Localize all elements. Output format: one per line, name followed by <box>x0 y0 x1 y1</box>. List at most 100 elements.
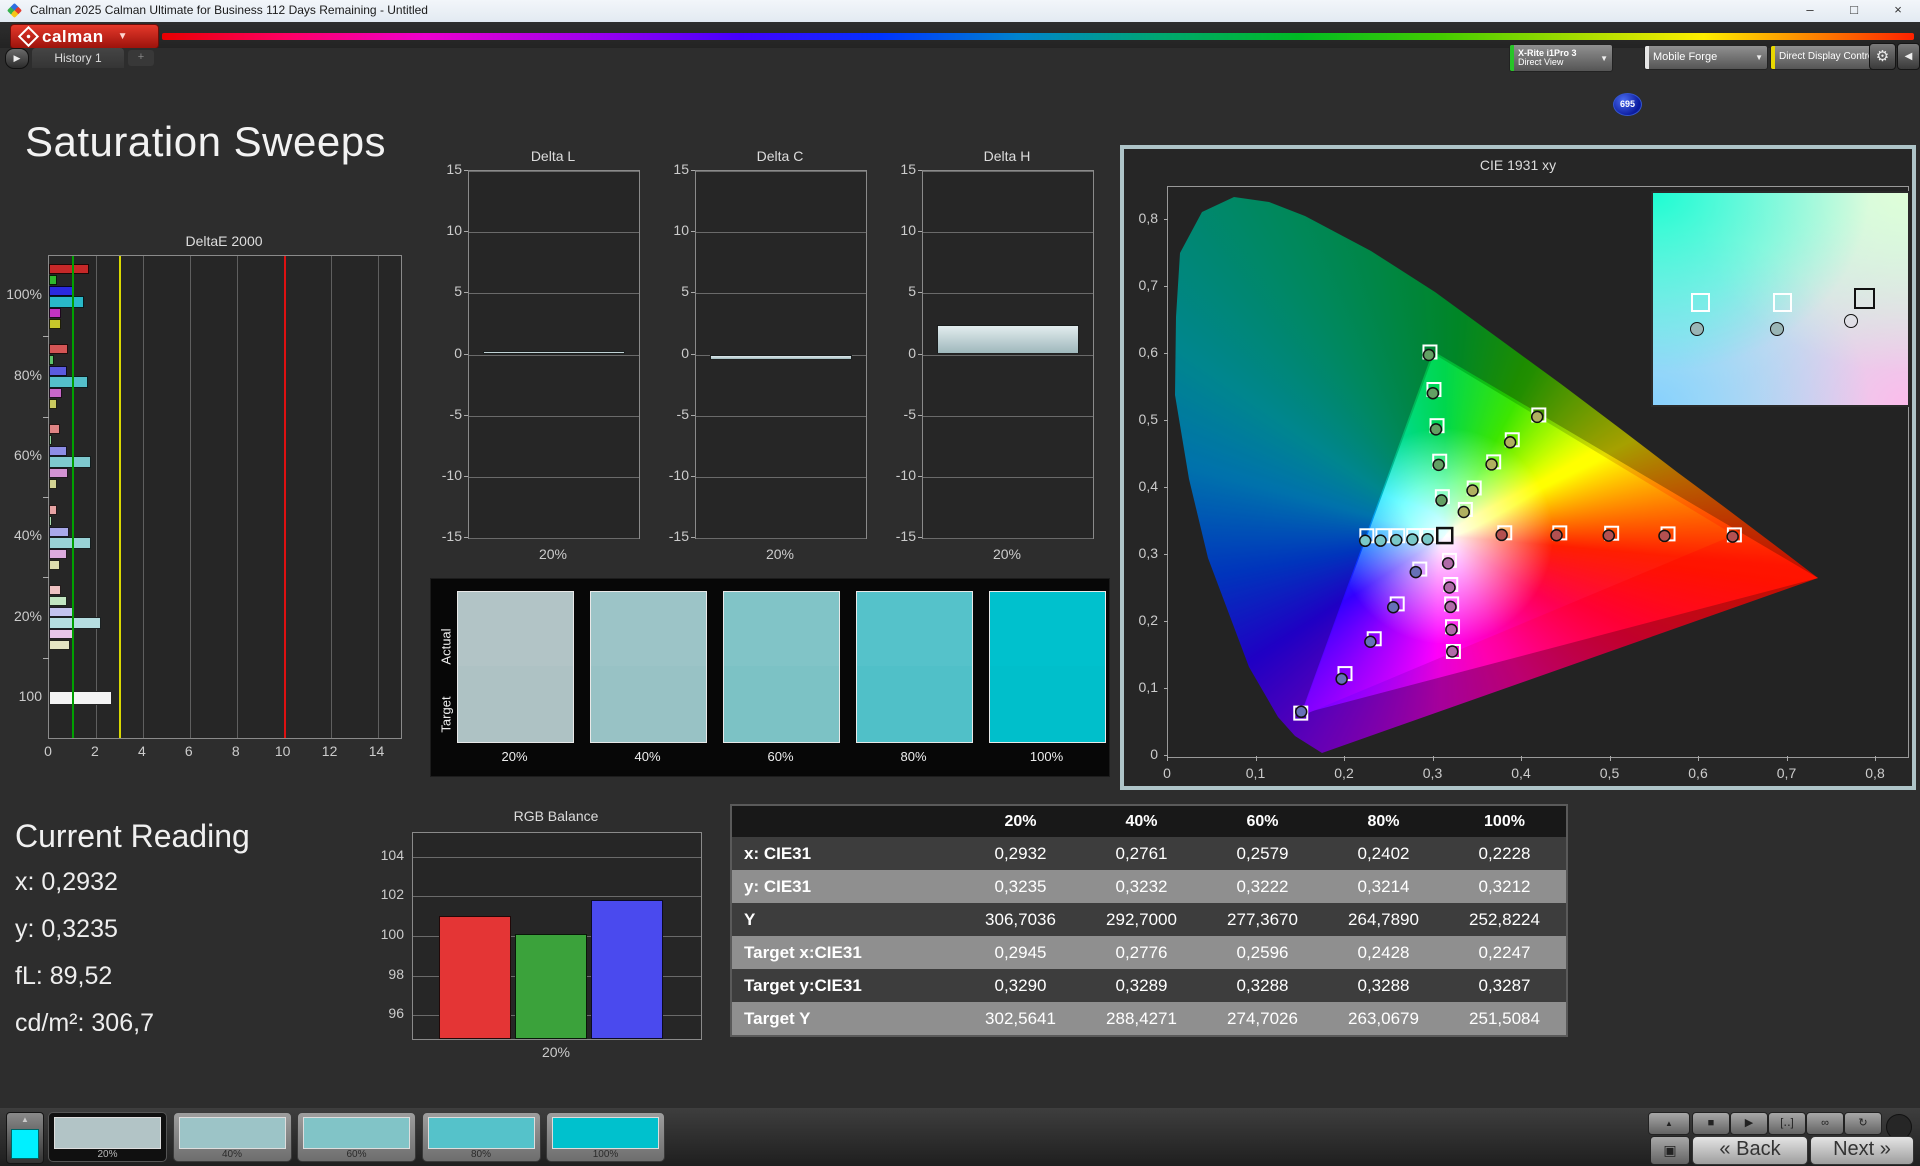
deltae-bar-60%-4 <box>49 468 68 479</box>
y-tick-label: 10 <box>900 222 916 239</box>
gridline <box>696 232 866 234</box>
transport-expand-button[interactable]: ▲ <box>1648 1112 1690 1135</box>
settings-button[interactable]: ⚙ <box>1869 43 1896 70</box>
y-tick-label: 10 <box>446 222 462 239</box>
pattern-preview-button[interactable]: ▲ <box>6 1112 44 1164</box>
refresh-button[interactable]: ↻ <box>1844 1112 1882 1135</box>
deltae-bar-60%-5 <box>49 479 58 490</box>
x-tick-mark <box>1698 756 1699 761</box>
delta_l-bar <box>483 350 625 355</box>
measured-point-red <box>1550 528 1563 542</box>
y-tick-label: 0,7 <box>1138 277 1158 293</box>
gridline <box>696 538 866 539</box>
stop-measure-button[interactable]: ▣ <box>1650 1136 1690 1165</box>
table-cell: 263,0679 <box>1348 1008 1419 1028</box>
pattern-button-100%[interactable]: 100% <box>546 1112 665 1162</box>
measured-point-cyan <box>1421 533 1434 546</box>
calman-menu-button[interactable]: calman ▼ <box>10 24 159 49</box>
target-row-label: Target <box>438 696 454 733</box>
swatch-actual-100% <box>989 591 1106 667</box>
row-label: Target x:CIE31 <box>744 942 862 962</box>
loop-infinite-button[interactable]: ∞ <box>1806 1112 1844 1135</box>
collapse-panel-button[interactable]: ◀ <box>1897 43 1920 70</box>
pattern-button-80%[interactable]: 80% <box>421 1112 541 1162</box>
measured-point-green <box>1422 348 1436 362</box>
gridline <box>923 171 1093 172</box>
x-tick-label: 12 <box>321 743 338 759</box>
y-tick-mark <box>464 292 468 294</box>
play-button[interactable]: ▶ <box>1730 1112 1768 1135</box>
gridline <box>696 293 866 295</box>
meter-dropdown[interactable]: X-Rite i1Pro 3 Direct View ▼ <box>1509 44 1613 72</box>
rgb-balance-ticks: 96 98 100 102 104 <box>366 832 408 1038</box>
cie-y-ticks: 0 0,1 0,2 0,3 0,4 0,5 0,6 0,7 0,8 <box>1128 186 1168 762</box>
source-dropdown[interactable]: Mobile Forge ▼ <box>1644 45 1768 70</box>
source-name: Mobile Forge <box>1653 50 1718 63</box>
y-tick-mark <box>464 170 468 171</box>
minimize-button[interactable]: – <box>1788 0 1832 22</box>
y-tick-mark <box>918 475 922 477</box>
table-cell: 0,3289 <box>1115 975 1168 995</box>
row-label: y: CIE31 <box>744 876 812 896</box>
x-tick-mark <box>1875 756 1876 761</box>
inset-measured-circle <box>1770 322 1785 337</box>
deltae-bar-40%-4 <box>49 548 67 559</box>
back-button[interactable]: « Back <box>1692 1136 1808 1165</box>
app-icon <box>6 2 23 19</box>
tab-history-1[interactable]: History 1 <box>32 48 124 68</box>
add-tab-button[interactable]: + <box>128 50 154 66</box>
chevron-up-icon: ▲ <box>21 1115 29 1124</box>
table-cell: 0,2945 <box>994 942 1047 962</box>
deltae-bar-20%-3 <box>49 617 101 629</box>
interval-button[interactable]: [‥] <box>1768 1112 1806 1135</box>
swatch-label-20%: 20% <box>501 749 528 764</box>
gridline <box>236 256 238 738</box>
delta-c-x-label: 20% <box>765 546 795 562</box>
close-button[interactable]: × <box>1876 0 1920 22</box>
y-tick-label: 102 <box>380 886 404 903</box>
reading-cdm2: cd/m²: 306,7 <box>15 1009 154 1037</box>
calman-menu-label: calman <box>42 26 104 46</box>
table-cell: 0,2761 <box>1115 843 1168 863</box>
inset-target-square <box>1854 288 1876 310</box>
pattern-button-20%[interactable]: 20% <box>48 1112 167 1162</box>
measured-point-cyan <box>1406 533 1419 546</box>
y-tick-label: 0 <box>454 344 462 361</box>
pattern-button-40%[interactable]: 40% <box>172 1112 292 1162</box>
y-tick-label: 0,5 <box>1138 411 1158 427</box>
x-tick-label: 0,7 <box>1776 765 1797 781</box>
deltae-bar-20%-2 <box>49 607 74 617</box>
rgb-bar-green <box>515 934 587 1039</box>
pattern-label: 40% <box>221 1149 242 1160</box>
row-label: Y <box>744 909 756 929</box>
y-tick-mark <box>464 537 468 538</box>
measured-point-magenta <box>1445 623 1458 636</box>
gridline <box>923 232 1093 234</box>
display-control-name: Direct Display Control <box>1779 51 1876 63</box>
pattern-button-60%[interactable]: 60% <box>297 1112 416 1162</box>
stop-icon: ■ <box>1707 1117 1715 1129</box>
measured-point-red <box>1726 530 1739 543</box>
deltae2000-y-labels: 100% 80% 60% 40% 20% 100 <box>0 255 44 737</box>
gridline <box>413 856 701 858</box>
x-tick-mark <box>1344 756 1345 761</box>
rgb-balance-chart: RGB Balance 96 98 100 102 104 20% <box>352 808 722 1070</box>
pattern-label: 60% <box>346 1149 367 1160</box>
y-tick-label: -15 <box>668 528 689 544</box>
cie-x-ticks: 0 0,1 0,2 0,3 0,4 0,5 0,6 0,7 0,8 <box>1163 756 1907 781</box>
stop-button[interactable]: ■ <box>1692 1112 1730 1135</box>
x-tick-label: 14 <box>368 743 385 759</box>
reading-y: y: 0,3235 <box>15 915 118 943</box>
deltae-bar-60%-1 <box>49 435 52 446</box>
deltae-bar-100%-4 <box>49 307 61 318</box>
next-button[interactable]: Next » <box>1810 1136 1914 1165</box>
table-cell: 0,2228 <box>1478 843 1531 863</box>
delta-c-title: Delta C <box>756 148 804 164</box>
cie-1931-panel: CIE 1931 xy 0 0,1 0,2 0,3 0,4 0,5 0,6 0,7 0,8 00… <box>1120 145 1916 790</box>
maximize-button[interactable]: □ <box>1832 0 1876 22</box>
history-expand-button[interactable]: ▶ <box>5 48 29 69</box>
y-tick-mark <box>464 475 468 477</box>
y-tick-mark <box>918 537 922 538</box>
x-tick-mark <box>1167 756 1168 761</box>
pattern-swatch <box>552 1117 659 1149</box>
